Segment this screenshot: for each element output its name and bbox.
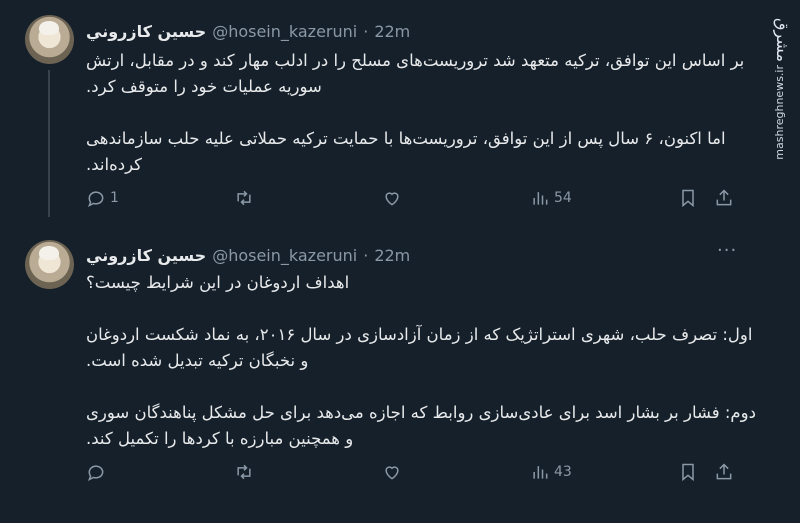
separator-dot: · <box>363 21 369 41</box>
reply-icon <box>87 191 104 208</box>
watermark-logo: مشرق <box>773 18 792 63</box>
views-count: 43 <box>554 464 572 480</box>
tweet-header: حسين كازروني @hosein_kazeruni · 22m <box>86 244 410 266</box>
like-icon <box>385 192 399 206</box>
tweet-2[interactable]: حسين كازروني @hosein_kazeruni · 22m ··· … <box>0 222 760 523</box>
views-button[interactable]: 54 <box>530 188 572 208</box>
like-button[interactable] <box>382 188 406 208</box>
views-button[interactable]: 43 <box>530 462 572 482</box>
author-name[interactable]: حسين كازروني <box>86 246 206 265</box>
watermark: مشرق mashreghnews.ir <box>760 10 794 350</box>
reply-count: 1 <box>110 190 119 206</box>
author-handle[interactable]: @hosein_kazeruni <box>212 22 357 41</box>
tweet-paragraph: دوم: فشار بر بشار اسد برای عادی‌سازی روا… <box>86 403 756 448</box>
like-button[interactable] <box>382 462 406 482</box>
action-bar: 1 54 <box>86 188 746 212</box>
reply-button[interactable] <box>86 462 110 482</box>
like-icon <box>385 466 399 480</box>
thread-line <box>48 70 50 217</box>
share-button[interactable] <box>714 188 734 208</box>
retweet-button[interactable] <box>234 188 258 208</box>
share-icon <box>716 189 732 206</box>
tweet-1[interactable]: حسين كازروني @hosein_kazeruni · 22m بر ا… <box>0 0 760 222</box>
views-icon <box>533 192 548 205</box>
avatar[interactable] <box>25 240 74 289</box>
reply-icon <box>87 465 104 482</box>
tweet-header: حسين كازروني @hosein_kazeruni · 22m <box>86 20 410 42</box>
bookmark-icon <box>682 189 694 208</box>
tweet-paragraph: بر اساس این توافق، ترکیه متعهد شد تروریس… <box>86 51 745 96</box>
reply-button[interactable]: 1 <box>86 188 119 208</box>
tweet-paragraph: اول: تصرف حلب، شهری استراتژیک که از زمان… <box>86 325 753 370</box>
avatar[interactable] <box>25 15 74 64</box>
retweet-icon <box>237 190 251 206</box>
bookmark-button[interactable] <box>678 462 698 482</box>
separator-dot: · <box>363 245 369 265</box>
tweet-text: اهداف اردوغان در این شرایط چیست؟ اول: تص… <box>86 270 756 452</box>
timestamp[interactable]: 22m <box>374 22 410 41</box>
author-name[interactable]: حسين كازروني <box>86 22 206 41</box>
timestamp[interactable]: 22m <box>374 246 410 265</box>
retweet-icon <box>237 464 251 480</box>
views-count: 54 <box>554 190 572 206</box>
author-handle[interactable]: @hosein_kazeruni <box>212 246 357 265</box>
bookmark-icon <box>682 463 694 482</box>
tweet-text: بر اساس این توافق، ترکیه متعهد شد تروریس… <box>86 48 756 178</box>
views-icon <box>533 466 548 479</box>
retweet-button[interactable] <box>234 462 258 482</box>
share-icon <box>716 463 732 480</box>
tweet-paragraph: اهداف اردوغان در این شرایط چیست؟ <box>86 273 350 292</box>
action-bar: 43 <box>86 462 746 486</box>
bookmark-button[interactable] <box>678 188 698 208</box>
share-button[interactable] <box>714 462 734 482</box>
watermark-url: mashreghnews.ir <box>773 65 786 160</box>
more-options-button[interactable]: ··· <box>717 240 737 261</box>
tweet-paragraph: اما اکنون، ۶ سال پس از این توافق، تروریس… <box>86 129 726 174</box>
